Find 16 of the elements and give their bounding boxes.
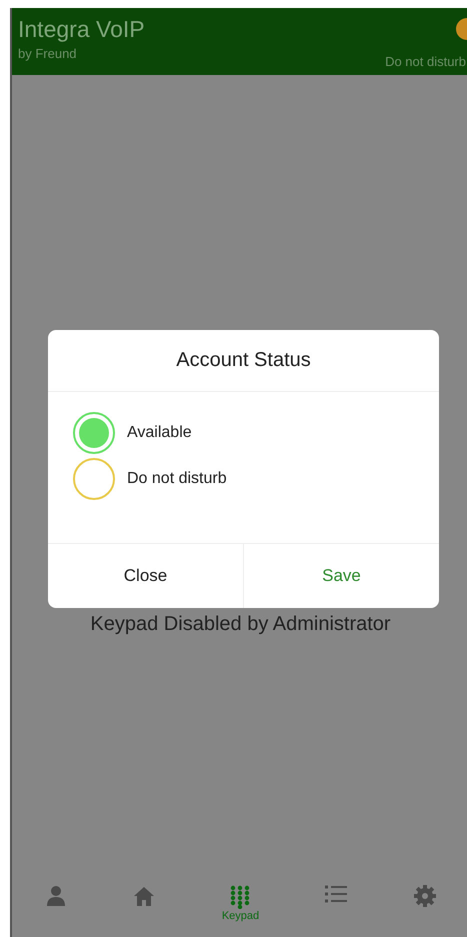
radio-button[interactable] (73, 458, 115, 500)
keypad-message: Keypad Disabled by Administrator (90, 613, 391, 636)
dialog-title: Account Status (48, 330, 439, 392)
radio-label[interactable]: Do not disturb (127, 470, 227, 488)
app-subtitle: by Freund (18, 46, 78, 61)
app-title: Integra VoIP (18, 16, 145, 42)
save-button[interactable]: Save (243, 544, 439, 608)
settings-icon (414, 885, 436, 907)
home-icon (133, 885, 156, 907)
radio-label[interactable]: Available (127, 424, 192, 442)
status-label: Do not disturb (385, 54, 466, 69)
keypad-icon (230, 885, 250, 909)
list-icon (325, 885, 348, 903)
radio-button[interactable] (73, 412, 115, 454)
person-icon (45, 885, 68, 907)
close-button[interactable]: Close (48, 544, 243, 608)
